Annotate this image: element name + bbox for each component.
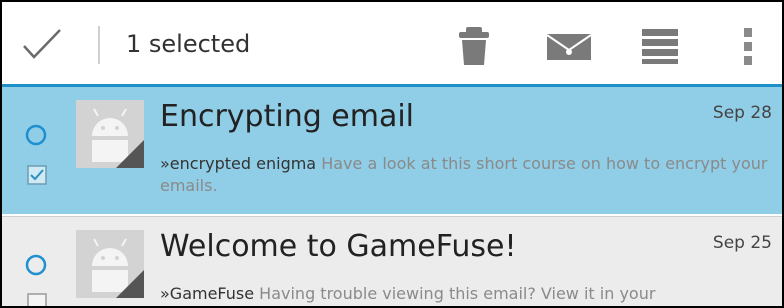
sender-avatar — [76, 100, 144, 168]
star-toggle-icon[interactable] — [24, 123, 48, 147]
message-sender: »GameFuse — [160, 284, 255, 303]
move-to-folder-icon[interactable] — [638, 26, 682, 66]
message-row[interactable]: Encrypting email Sep 28 »encrypted enigm… — [2, 87, 782, 214]
message-row[interactable]: Welcome to GameFuse! Sep 25 »GameFuse Ha… — [2, 216, 782, 308]
contextual-action-bar: 1 selected — [2, 2, 782, 87]
message-date: Sep 28 — [712, 103, 772, 123]
message-subject: Welcome to GameFuse! — [160, 229, 517, 264]
message-sender: »encrypted enigma — [160, 154, 317, 173]
message-date: Sep 25 — [712, 233, 772, 253]
label-icon[interactable] — [545, 26, 593, 66]
message-preview: »encrypted enigma Have a look at this sh… — [160, 153, 772, 197]
overflow-menu-icon[interactable] — [736, 26, 760, 66]
select-checkbox[interactable] — [27, 293, 47, 308]
selected-count: 1 selected — [126, 30, 251, 58]
checkmark-icon[interactable] — [20, 24, 64, 64]
message-preview: »GameFuse Having trouble viewing this em… — [160, 283, 772, 305]
message-subject: Encrypting email — [160, 99, 415, 134]
message-snippet: Having trouble viewing this email? View … — [259, 284, 656, 303]
trash-icon[interactable] — [457, 26, 491, 66]
select-checkbox[interactable] — [27, 165, 47, 185]
star-toggle-icon[interactable] — [24, 253, 48, 277]
email-list-screen: 1 selected Encrypting email Sep 28 »encr… — [0, 0, 784, 308]
action-bar-divider — [98, 26, 100, 64]
sender-avatar — [76, 230, 144, 298]
